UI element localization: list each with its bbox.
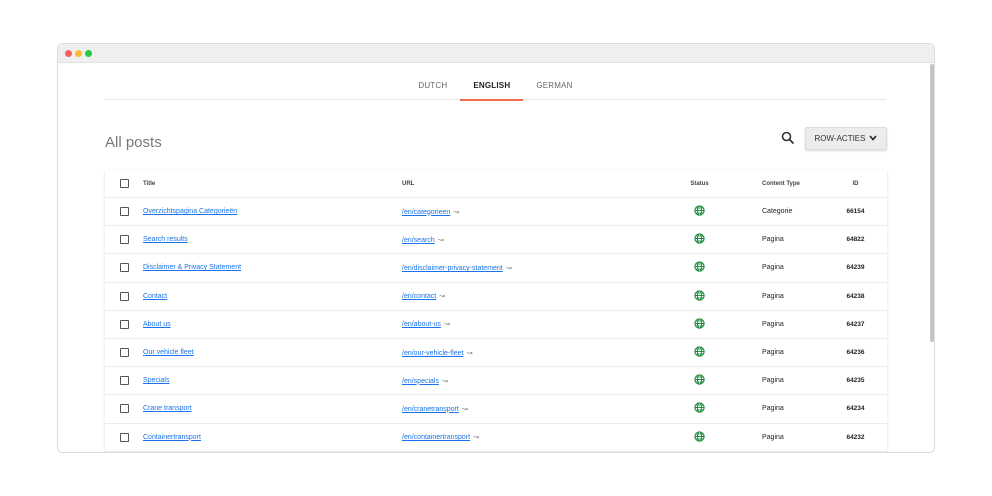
globe-icon (694, 318, 705, 331)
post-id-cell: 64232 (846, 433, 865, 441)
globe-icon (694, 402, 705, 415)
post-title-link[interactable]: Specials (143, 377, 169, 384)
tab-english[interactable]: ENGLISH (460, 64, 524, 101)
table-row[interactable]: Specials/en/specials ↝ Pagina 64235 (105, 367, 887, 396)
globe-icon (694, 374, 705, 387)
content-type-cell: Pagina (762, 264, 784, 272)
page-title: All posts (105, 134, 162, 151)
row-checkbox[interactable] (119, 432, 129, 442)
post-url-link[interactable]: /en/contact (402, 293, 436, 300)
maximize-window-dot[interactable] (85, 50, 92, 57)
row-checkbox[interactable] (119, 291, 129, 301)
post-url-link[interactable]: /en/containertransport (402, 434, 470, 441)
table-row[interactable]: Contact/en/contact ↝ Pagina 64238 (105, 283, 887, 311)
globe-icon (694, 430, 705, 444)
post-id-cell: 64239 (846, 264, 865, 272)
table-row[interactable]: Our vehicle fleet/en/our-vehicle-fleet ↝ P… (105, 339, 887, 368)
post-id-cell: 64238 (846, 292, 865, 300)
row-checkbox[interactable] (119, 235, 129, 245)
post-id-cell: 64235 (846, 377, 865, 385)
post-title-link[interactable]: Disclaimer & Privacy Statement (143, 264, 241, 271)
row-checkbox[interactable] (119, 348, 129, 358)
post-url-link[interactable]: /en/specials (402, 378, 439, 385)
content-type-cell: Pagina (762, 236, 784, 244)
external-link-icon[interactable]: ↝ (462, 406, 468, 413)
chevron-down-icon (869, 134, 878, 143)
globe-icon (694, 233, 705, 246)
language-tabs: DUTCH ENGLISH GERMAN (105, 64, 886, 101)
row-actions-label: ROW-ACTIES (814, 134, 866, 143)
post-title-link[interactable]: About us (143, 321, 171, 328)
table-row[interactable]: Crane transport/en/cranetransport ↝ Pagina… (105, 395, 887, 424)
post-url-link[interactable]: /en/our-vehicle-fleet (402, 350, 463, 357)
post-url-link[interactable]: /en/about-us (402, 321, 441, 328)
column-header-id[interactable]: ID (824, 181, 887, 187)
close-window-dot[interactable] (65, 50, 72, 57)
post-url-link[interactable]: /en/search (402, 237, 435, 244)
globe-icon (694, 346, 705, 359)
post-id-cell: 64822 (846, 236, 865, 244)
post-title-link[interactable]: Our vehicle fleet (143, 349, 194, 356)
column-header-status[interactable]: Status (661, 181, 738, 187)
browser-window: DUTCH ENGLISH GERMAN All posts ROW-ACTIE… (57, 43, 935, 453)
external-link-icon[interactable]: ↝ (506, 265, 512, 272)
post-url-link[interactable]: /en/cranetransport (402, 406, 459, 413)
row-checkbox[interactable] (119, 263, 129, 273)
external-link-icon[interactable]: ↝ (473, 434, 479, 441)
globe-icon (694, 289, 705, 303)
table-row[interactable]: Containertransport/en/containertransport… (105, 424, 887, 452)
tab-dutch[interactable]: DUTCH (405, 64, 460, 100)
post-url-link[interactable]: /en/categorieen (402, 209, 450, 216)
external-link-icon[interactable]: ↝ (444, 321, 450, 328)
table-header-row: Title URL Status Content Type ID (105, 170, 887, 198)
content-type-cell: Pagina (762, 433, 784, 441)
post-id-cell: 64237 (846, 320, 865, 328)
window-titlebar (58, 44, 934, 63)
content-type-cell: Pagina (762, 292, 784, 300)
post-id-cell: 66154 (846, 208, 865, 216)
post-id-cell: 64236 (846, 349, 865, 357)
content-type-cell: Pagina (762, 349, 784, 357)
row-checkbox[interactable] (119, 207, 129, 217)
external-link-icon[interactable]: ↝ (442, 378, 448, 385)
content-type-cell: Pagina (762, 405, 784, 413)
content-type-cell: Pagina (762, 377, 784, 385)
column-header-content-type[interactable]: Content Type (738, 181, 824, 187)
post-id-cell: 64234 (846, 405, 865, 413)
content-type-cell: Categorie (762, 208, 793, 216)
external-link-icon[interactable]: ↝ (438, 237, 444, 244)
table-row[interactable]: Search results/en/search ↝ Pagina 64822 (105, 226, 887, 255)
vertical-scrollbar[interactable] (930, 64, 934, 342)
table-row[interactable]: About us/en/about-us ↝ Pagina 64237 (105, 311, 887, 339)
page-content: DUTCH ENGLISH GERMAN All posts ROW-ACTIE… (58, 64, 934, 452)
row-checkbox[interactable] (119, 319, 129, 329)
minimize-window-dot[interactable] (75, 50, 82, 57)
search-icon[interactable] (780, 130, 796, 146)
post-title-link[interactable]: Contact (143, 293, 167, 300)
post-title-link[interactable]: Search results (143, 236, 188, 243)
table-row[interactable]: Overzichtspagina Categorieën/en/categori… (105, 198, 887, 227)
table-row[interactable]: Disclaimer & Privacy Statement/en/discla… (105, 254, 887, 283)
select-all-checkbox[interactable] (119, 179, 129, 188)
external-link-icon[interactable]: ↝ (439, 293, 445, 300)
post-title-link[interactable]: Containertransport (143, 434, 201, 441)
content-type-cell: Pagina (762, 320, 784, 328)
external-link-icon[interactable]: ↝ (466, 350, 472, 357)
posts-table: Title URL Status Content Type ID Overzic… (105, 170, 887, 452)
globe-icon (694, 205, 705, 218)
globe-icon (694, 261, 705, 274)
column-header-title[interactable]: Title (143, 181, 402, 187)
row-checkbox[interactable] (119, 376, 129, 386)
column-header-url[interactable]: URL (402, 181, 661, 187)
row-actions-button[interactable]: ROW-ACTIES (805, 127, 887, 150)
post-title-link[interactable]: Overzichtspagina Categorieën (143, 208, 237, 215)
table-body: Overzichtspagina Categorieën/en/categori… (105, 198, 887, 452)
row-checkbox[interactable] (119, 404, 129, 414)
tab-german[interactable]: GERMAN (523, 64, 585, 100)
post-title-link[interactable]: Crane transport (143, 405, 192, 412)
post-url-link[interactable]: /en/disclaimer-privacy-statement (402, 265, 503, 272)
external-link-icon[interactable]: ↝ (453, 209, 459, 216)
